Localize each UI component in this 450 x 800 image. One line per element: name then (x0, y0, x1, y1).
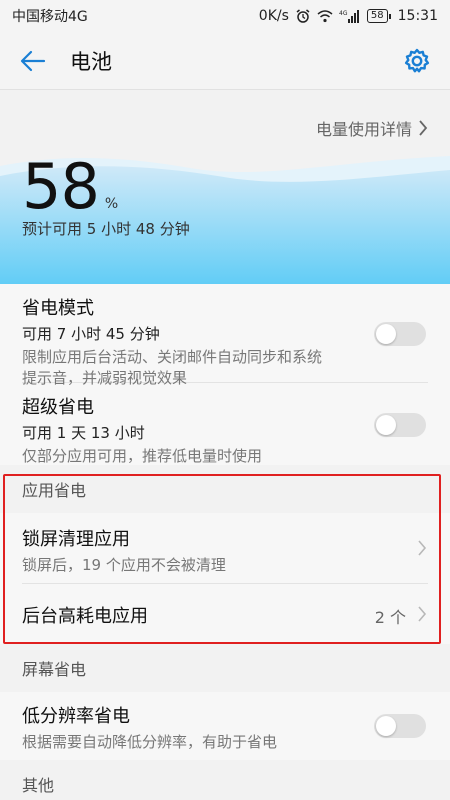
network-badge: 4G (339, 10, 348, 17)
clock: 15:31 (397, 8, 438, 24)
battery-percent-sign: % (104, 196, 119, 212)
screen-power-saving-card: 低分辨率省电 根据需要自动降低分辨率，有助于省电 (0, 692, 450, 760)
ultra-power-saving-row[interactable]: 超级省电 可用 1 天 13 小时 仅部分应用可用，推荐低电量时使用 (0, 383, 450, 465)
wifi-icon (317, 9, 333, 23)
usage-details-label: 电量使用详情 (315, 120, 412, 139)
battery-percent-value: 58 (22, 150, 100, 223)
power-saving-mode-row[interactable]: 省电模式 可用 7 小时 45 分钟 限制应用后台活动、关闭邮件自动同步和系统 … (0, 284, 450, 387)
status-bar: 中国移动4G 0K/s 4G 58 15:31 (0, 0, 450, 32)
low-resolution-description: 根据需要自动降低分辨率，有助于省电 (22, 733, 278, 751)
app-power-saving-card: 锁屏清理应用 锁屏后，19 个应用不会被清理 后台高耗电应用 2 个 (0, 513, 450, 644)
ultra-power-saving-title: 超级省电 (22, 397, 94, 418)
back-arrow-icon[interactable] (18, 46, 48, 76)
carrier-label: 中国移动4G (12, 9, 88, 25)
chevron-right-icon (418, 606, 427, 622)
chevron-right-icon (419, 120, 428, 136)
power-modes-card: 省电模式 可用 7 小时 45 分钟 限制应用后台活动、关闭邮件自动同步和系统 … (0, 284, 450, 465)
app-power-saving-header: 应用省电 (0, 465, 450, 513)
low-resolution-row[interactable]: 低分辨率省电 根据需要自动降低分辨率，有助于省电 (0, 692, 450, 760)
low-resolution-title: 低分辨率省电 (22, 706, 130, 727)
gear-icon[interactable] (402, 46, 432, 76)
status-indicators: 0K/s 4G 58 15:31 (259, 8, 438, 24)
power-saving-mode-description: 限制应用后台活动、关闭邮件自动同步和系统 (22, 348, 323, 366)
power-saving-mode-title: 省电模式 (22, 298, 94, 319)
usage-details-link[interactable]: 电量使用详情 (316, 116, 428, 140)
toggle-knob (376, 415, 396, 435)
network-speed: 0K/s (258, 8, 289, 24)
title-bar: 电池 (0, 32, 450, 90)
power-saving-mode-toggle[interactable] (374, 322, 426, 346)
ultra-power-saving-available: 可用 1 天 13 小时 (22, 424, 145, 442)
battery-panel: 电量使用详情 58 % 预计可用 5 小时 48 分钟 (0, 90, 450, 284)
ultra-power-saving-toggle[interactable] (374, 413, 426, 437)
chevron-right-icon (418, 540, 427, 556)
battery-estimate: 预计可用 5 小时 48 分钟 (22, 220, 190, 238)
ultra-power-saving-description: 仅部分应用可用，推荐低电量时使用 (22, 447, 263, 465)
background-high-power-title: 后台高耗电应用 (22, 606, 148, 627)
background-high-power-row[interactable]: 后台高耗电应用 2 个 (0, 584, 450, 644)
other-header: 其他 (0, 760, 450, 800)
screen-power-saving-header: 屏幕省电 (0, 644, 450, 692)
battery-indicator: 58 (366, 9, 391, 23)
toggle-knob (376, 324, 396, 344)
background-high-power-count: 2 个 (374, 608, 406, 627)
signal-icon: 4G (339, 9, 361, 23)
page-title: 电池 (70, 49, 112, 74)
lock-screen-cleanup-row[interactable]: 锁屏清理应用 锁屏后，19 个应用不会被清理 (0, 513, 450, 583)
toggle-knob (376, 716, 396, 736)
lock-screen-cleanup-description: 锁屏后，19 个应用不会被清理 (22, 556, 226, 574)
lock-screen-cleanup-title: 锁屏清理应用 (22, 529, 130, 550)
alarm-icon (295, 9, 311, 23)
low-resolution-toggle[interactable] (374, 714, 426, 738)
power-saving-mode-available: 可用 7 小时 45 分钟 (22, 325, 160, 343)
battery-percent: 58 % (22, 156, 118, 218)
